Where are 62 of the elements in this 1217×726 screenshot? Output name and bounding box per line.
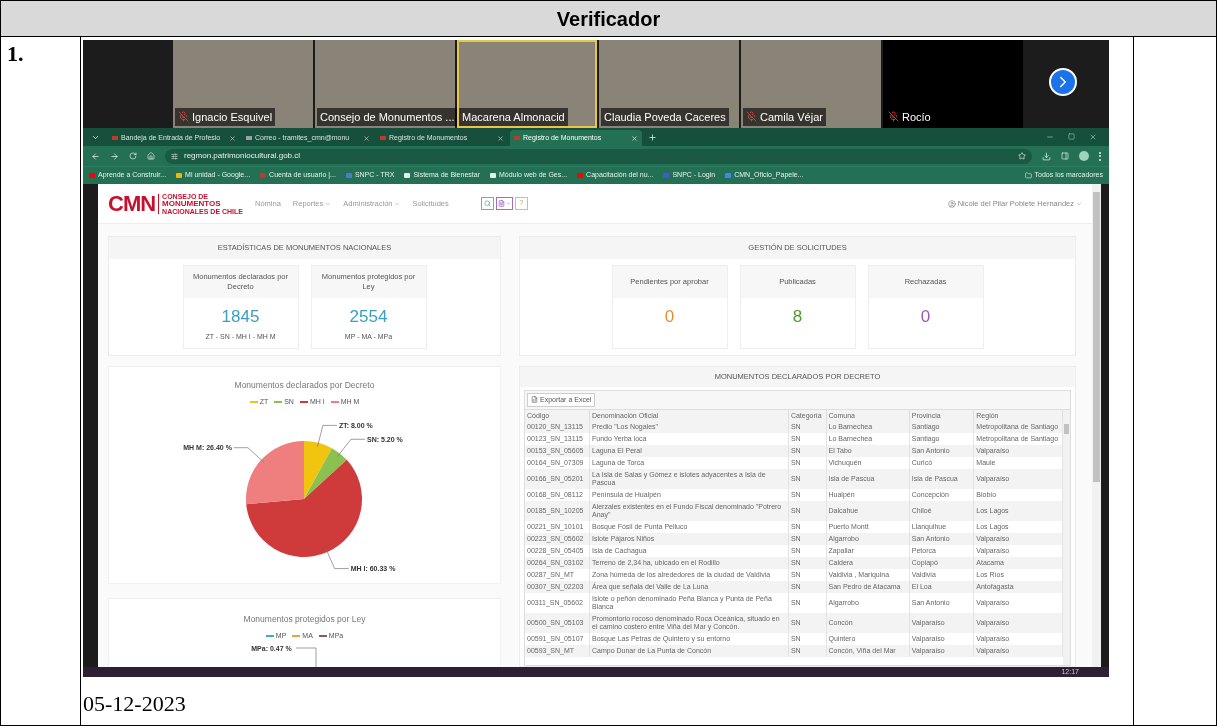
participant-tile[interactable]: Ignacio Esquivel [173,40,313,128]
scrollbar-thumb[interactable] [1093,192,1100,482]
stat-value: 0 [919,306,932,328]
search-button[interactable] [480,197,494,210]
leader-line [325,548,349,570]
download-icon[interactable] [1042,151,1051,161]
document-menu-button[interactable] [495,197,513,210]
chart-title: Monumentos protegidos por Ley [243,613,366,626]
folder-icon [1024,172,1032,179]
close-icon[interactable] [363,134,370,142]
participant-tile[interactable]: Claudia Poveda Caceres [599,40,739,128]
home-icon[interactable] [147,152,155,160]
participant-tile[interactable]: Consejo de Monumentos ... [315,40,455,128]
participant-name: Macarena Almonacid [459,107,568,126]
caret-icon [1076,200,1082,207]
forward-icon[interactable] [110,151,119,161]
side-panel-icon[interactable] [1061,152,1069,160]
stat-value: 8 [791,306,804,328]
chart-title: Monumentos declarados por Decreto [234,379,375,392]
participant-name: Claudia Poveda Caceres [601,107,729,126]
back-icon[interactable] [91,151,100,161]
search-icon [483,200,491,207]
caret-icon [505,201,511,206]
caret-icon [394,200,401,207]
site-settings-icon[interactable] [171,152,178,160]
stat-value: 2554 [348,306,389,328]
next-participants-button[interactable] [1049,68,1077,96]
scrollbar-thumb[interactable] [1064,424,1069,434]
scrollbar[interactable] [1092,184,1101,667]
stat-value: 0 [663,306,676,328]
spreadsheet-icon [531,396,538,404]
close-icon[interactable] [229,134,236,142]
minimize-icon[interactable] [1046,133,1054,141]
reload-icon[interactable] [129,152,137,160]
user-icon [947,199,956,208]
participant-tile[interactable]: Macarena Almonacid [457,40,597,128]
stat-value: 1845 [220,306,261,328]
address-bar[interactable]: regmon.patrimoniocultural.gob.cl [165,148,1032,164]
leader-line [317,425,338,448]
close-icon[interactable] [497,134,504,142]
participant-tile[interactable]: Rocío [883,40,1023,128]
bookmark-star-icon[interactable] [1018,152,1026,160]
caret-icon [325,200,332,207]
date-text: 05-12-2023 [83,690,187,718]
scrollbar[interactable] [1063,410,1070,665]
participant-tile[interactable]: Camila Véjar [741,40,881,128]
mic-off-icon [888,111,899,123]
restore-icon[interactable] [1068,133,1075,140]
mic-off-icon [746,111,757,123]
document-icon [497,200,505,207]
participant-name: Camila Véjar [743,107,826,126]
new-tab-icon[interactable] [648,132,657,142]
participant-name: Consejo de Monumentos ... [317,107,458,126]
participant-name: Ignacio Esquivel [175,107,276,126]
table-header: Verificador [1,1,1216,37]
leader-line [233,447,265,464]
profile-avatar[interactable] [1079,151,1089,161]
leader-line [295,644,318,667]
close-icon[interactable] [1089,133,1097,141]
row-number: 1. [7,41,24,66]
mic-off-icon [178,111,189,123]
leader-line [337,439,366,458]
